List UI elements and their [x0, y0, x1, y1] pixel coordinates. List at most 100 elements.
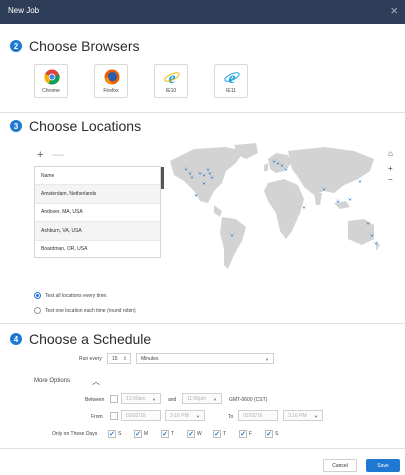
day-label: S: [118, 431, 122, 437]
checkbox[interactable]: ✓: [134, 430, 142, 438]
interval-unit-value: Minutes: [141, 355, 159, 362]
from-date-input[interactable]: 02/02/16: [121, 410, 161, 421]
day-checkbox-thursday[interactable]: ✓ T: [213, 430, 226, 438]
checkbox[interactable]: ✓: [213, 430, 221, 438]
day-checkbox-monday[interactable]: ✓ M: [134, 430, 148, 438]
svg-text:e: e: [168, 70, 175, 85]
from-time-input[interactable]: 3:16 PM ▼: [165, 410, 205, 421]
chevron-down-icon: ▼: [314, 414, 318, 419]
to-date-input[interactable]: 02/02/16: [238, 410, 278, 421]
dialog-title: New Job: [8, 6, 40, 15]
between-end-time-value: 11:00pm: [187, 395, 207, 402]
firefox-icon: [104, 69, 120, 85]
world-map[interactable]: [164, 141, 384, 291]
step-number-badge: 4: [10, 333, 22, 345]
checkbox[interactable]: ✓: [239, 430, 247, 438]
radio-button[interactable]: [34, 292, 41, 299]
list-item[interactable]: Amsterdam, Netherlands: [35, 185, 160, 204]
step-number-badge: 3: [10, 120, 22, 132]
browser-option-firefox[interactable]: Firefox: [94, 64, 128, 98]
stepper-arrows-icon[interactable]: ⇕: [123, 356, 127, 362]
day-checkbox-friday[interactable]: ✓ F: [239, 430, 252, 438]
section-divider: [0, 112, 405, 113]
browser-label: Chrome: [42, 88, 60, 94]
step-number-badge: 2: [10, 40, 22, 52]
chevron-down-icon: ▼: [265, 357, 269, 362]
from-checkbox[interactable]: [110, 412, 118, 420]
ie-icon: e: [224, 70, 240, 85]
checkbox[interactable]: ✓: [108, 430, 116, 438]
run-every-value: 15: [112, 355, 118, 362]
chevron-up-icon[interactable]: ︿: [92, 376, 100, 387]
close-icon[interactable]: ×: [390, 3, 398, 18]
day-label: W: [197, 431, 202, 437]
radio-test-one-location[interactable]: Test one location each time (round robin…: [34, 307, 136, 314]
chevron-down-icon: ▼: [196, 414, 200, 419]
section-locations-header: 3 Choose Locations: [10, 117, 141, 135]
map-zoom-out-button[interactable]: −: [388, 175, 393, 184]
day-label: M: [144, 431, 149, 437]
run-every-label: Run every: [79, 356, 102, 362]
ie-icon: e: [164, 70, 180, 85]
radio-test-all-locations[interactable]: Test all locations every time.: [34, 292, 108, 299]
location-list[interactable]: Name Amsterdam, Netherlands Andover, MA,…: [34, 166, 161, 258]
day-label: T: [171, 431, 175, 437]
browser-option-ie10[interactable]: e IE10: [154, 64, 188, 98]
interval-unit-select[interactable]: Minutes ▼: [136, 353, 274, 364]
day-checkbox-sunday[interactable]: ✓ S: [108, 430, 121, 438]
more-options-toggle[interactable]: More Options: [34, 378, 70, 384]
checkbox[interactable]: ✓: [265, 430, 273, 438]
cancel-button[interactable]: Cancel: [323, 459, 357, 472]
to-time-input[interactable]: 3:16 PM ▼: [283, 410, 323, 421]
browser-option-chrome[interactable]: Chrome: [34, 64, 68, 98]
day-label: F: [249, 431, 253, 437]
day-checkbox-tuesday[interactable]: ✓ T: [161, 430, 174, 438]
list-item[interactable]: Ashburn, VA, USA: [35, 222, 160, 241]
map-land: [170, 143, 380, 269]
footer-divider: [0, 448, 405, 449]
chevron-down-icon: ▼: [152, 397, 156, 402]
run-every-stepper[interactable]: 15 ⇕: [107, 353, 131, 364]
day-checkbox-wednesday[interactable]: ✓ W: [187, 430, 202, 438]
location-add-remove: + —: [37, 149, 70, 161]
between-end-time-input[interactable]: 11:00pm ▼: [182, 393, 222, 404]
and-label: and: [168, 397, 177, 403]
to-time-value: 3:16 PM: [288, 412, 307, 419]
between-label: Between: [85, 397, 105, 403]
dialog-titlebar: New Job ×: [0, 0, 405, 24]
checkbox[interactable]: ✓: [187, 430, 195, 438]
timezone-label: GMT-0600 (CST): [229, 397, 268, 403]
browser-label: IE10: [165, 88, 177, 94]
chrome-icon: [44, 69, 60, 85]
location-list-header: Name: [35, 167, 160, 186]
map-zoom-in-button[interactable]: +: [388, 164, 393, 173]
add-location-button[interactable]: +: [37, 149, 43, 161]
day-label: S: [275, 431, 279, 437]
radio-button[interactable]: [34, 307, 41, 314]
day-checkbox-saturday[interactable]: ✓ S: [265, 430, 278, 438]
browser-option-ie11[interactable]: e IE11: [214, 64, 248, 98]
chevron-down-icon: ▼: [213, 397, 217, 402]
browser-label: Firefox: [103, 88, 119, 94]
checkbox[interactable]: ✓: [161, 430, 169, 438]
to-date-value: 02/02/16: [243, 412, 263, 419]
between-start-time-input[interactable]: 12:00am ▼: [121, 393, 161, 404]
radio-label: Test one location each time (round robin…: [45, 307, 136, 314]
remove-location-button[interactable]: —: [53, 149, 64, 161]
section-divider: [0, 323, 405, 324]
section-title: Choose Locations: [29, 118, 142, 134]
section-title: Choose a Schedule: [29, 331, 152, 347]
from-date-value: 02/02/16: [126, 412, 146, 419]
to-label: To: [228, 414, 234, 420]
browser-label: IE11: [226, 88, 236, 94]
radio-label: Test all locations every time.: [45, 292, 108, 299]
list-item[interactable]: Boardman, OR, USA: [35, 241, 160, 257]
section-title: Choose Browsers: [29, 38, 140, 54]
day-label: T: [223, 431, 227, 437]
from-time-value: 3:16 PM: [170, 412, 189, 419]
section-schedule-header: 4 Choose a Schedule: [10, 330, 151, 348]
between-checkbox[interactable]: [110, 395, 118, 403]
list-item[interactable]: Andover, MA, USA: [35, 204, 160, 223]
map-home-icon[interactable]: ⌂: [388, 149, 393, 158]
save-button[interactable]: Save: [366, 459, 400, 472]
